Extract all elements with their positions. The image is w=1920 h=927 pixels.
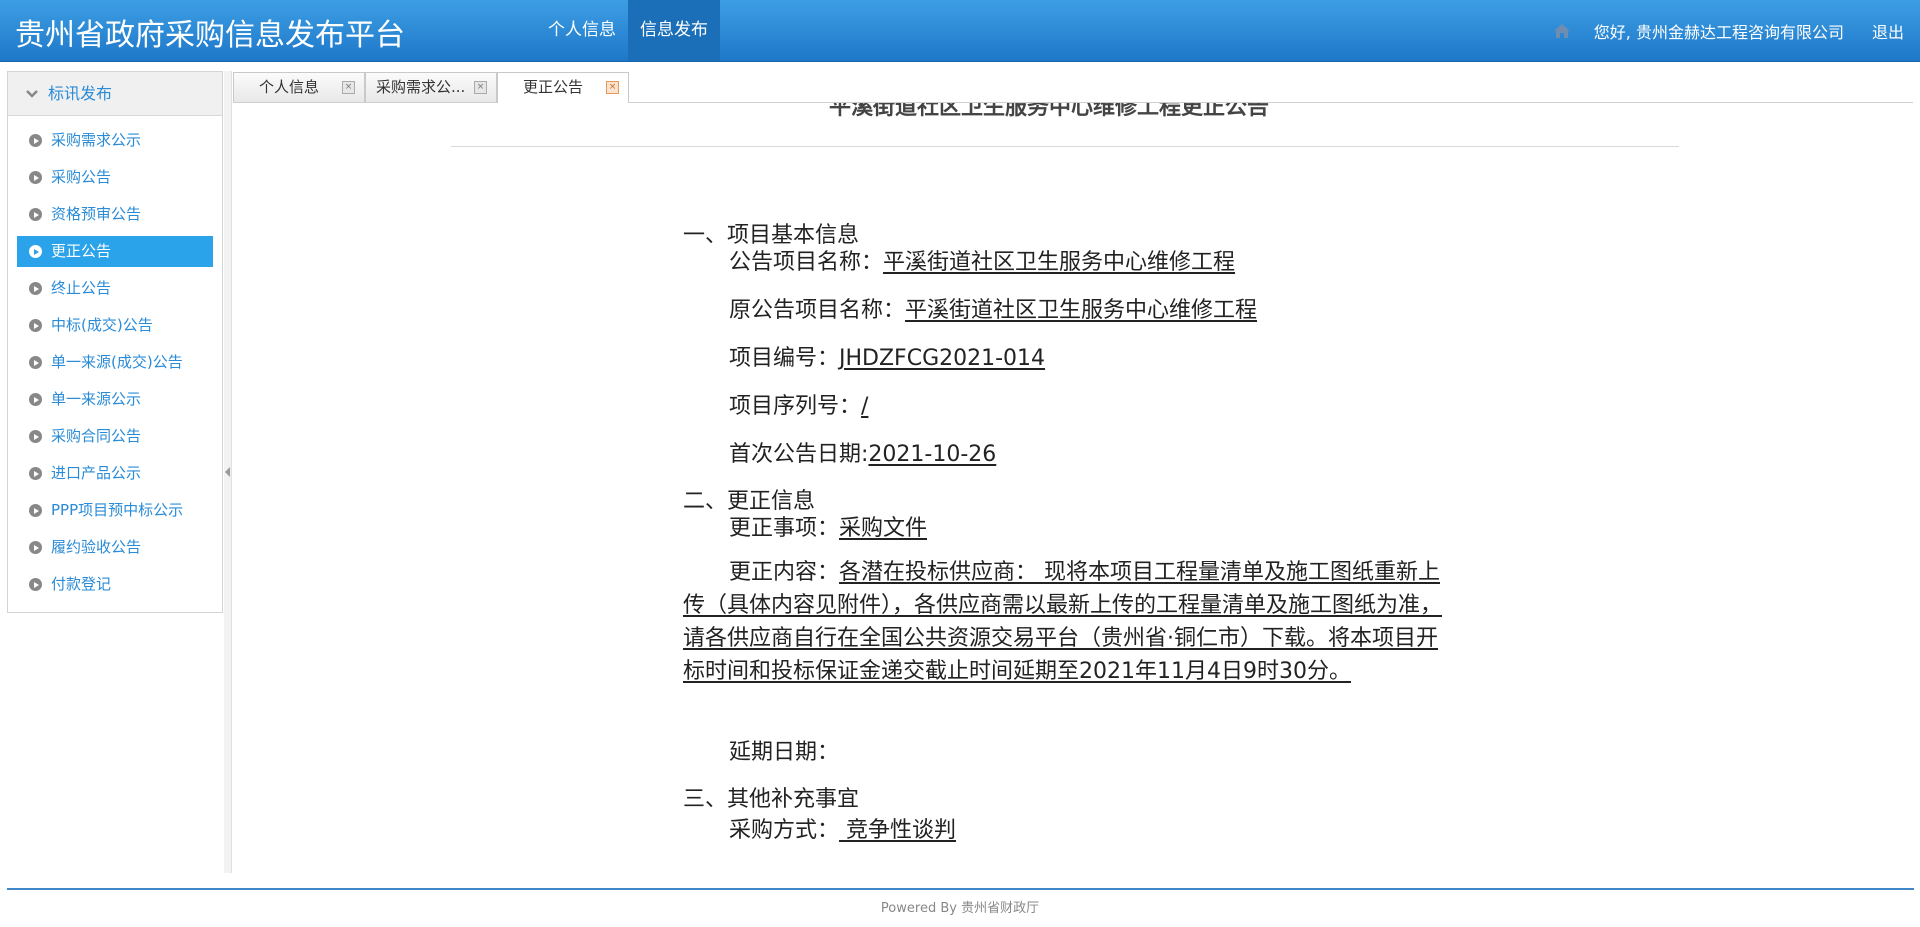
sidebar-item-label: 单一来源(成交)公告: [51, 353, 183, 371]
arrow-circle-icon: [29, 282, 42, 295]
document-view[interactable]: 平溪街道社区卫生服务中心维修工程更正公告 一、项目基本信息 公告项目名称：平溪街…: [233, 103, 1913, 873]
sidebar-item-label: 中标(成交)公告: [51, 316, 153, 334]
sidebar-item-single-source-publicity[interactable]: 单一来源公示: [17, 384, 213, 415]
procurement-method-row: 采购方式： 竞争性谈判: [729, 812, 956, 844]
project-name-row: 公告项目名称：平溪街道社区卫生服务中心维修工程: [729, 244, 1235, 276]
close-icon[interactable]: ×: [474, 81, 487, 94]
sidebar-item-label: 采购公告: [51, 168, 112, 186]
sidebar-item-acceptance-notice[interactable]: 履约验收公告: [17, 532, 213, 563]
header-user-area: 您好, 贵州金赫达工程咨询有限公司 退出: [1552, 0, 1904, 61]
field-label: 更正事项：: [729, 516, 840, 541]
serial-value: /: [861, 394, 869, 419]
close-icon[interactable]: ×: [606, 81, 619, 94]
nav-info-publish[interactable]: 信息发布: [628, 0, 720, 61]
field-label: 原公告项目名称：: [729, 298, 906, 323]
field-label: 项目序列号：: [729, 394, 862, 419]
correction-content-row: 更正内容：各潜在投标供应商： 现将本项目工程量清单及施工图纸重新上传（具体内容见…: [683, 556, 1445, 688]
sidebar-splitter[interactable]: [224, 71, 232, 873]
sidebar-section-header[interactable]: 标讯发布: [8, 72, 222, 116]
project-code-row: 项目编号：JHDZFCG2021-014: [729, 340, 1045, 372]
sidebar-item-award-notice[interactable]: 中标(成交)公告: [17, 310, 213, 341]
sidebar-item-termination-notice[interactable]: 终止公告: [17, 273, 213, 304]
arrow-circle-icon: [29, 541, 42, 554]
app-title: 贵州省政府采购信息发布平台: [15, 18, 405, 53]
sidebar-item-label: 更正公告: [51, 242, 112, 260]
arrow-circle-icon: [29, 319, 42, 332]
arrow-circle-icon: [29, 578, 42, 591]
top-header: 贵州省政府采购信息发布平台 个人信息 信息发布 您好, 贵州金赫达工程咨询有限公…: [0, 0, 1920, 62]
first-date-row: 首次公告日期:2021-10-26: [729, 436, 996, 468]
procurement-method-value: 竞争性谈判: [839, 818, 957, 843]
project-code-value: JHDZFCG2021-014: [839, 346, 1046, 371]
arrow-circle-icon: [29, 171, 42, 184]
orig-name-row: 原公告项目名称：平溪街道社区卫生服务中心维修工程: [729, 292, 1257, 324]
sidebar-list: 采购需求公示 采购公告 资格预审公告 更正公告 终止公告 中标(成交)公告 单一…: [8, 116, 222, 600]
sidebar-item-single-source-award[interactable]: 单一来源(成交)公告: [17, 347, 213, 378]
sidebar-item-procurement-notice[interactable]: 采购公告: [17, 162, 213, 193]
sidebar-item-label: 进口产品公示: [51, 464, 142, 482]
project-name-value: 平溪街道社区卫生服务中心维修工程: [883, 250, 1236, 275]
sidebar-item-label: 付款登记: [51, 575, 112, 593]
user-greeting: 您好, 贵州金赫达工程咨询有限公司: [1593, 22, 1844, 42]
section-other-matters: 三、其他补充事宜: [683, 787, 860, 812]
arrow-circle-icon: [29, 245, 42, 258]
field-label: 公告项目名称：: [729, 250, 884, 275]
tab-procurement-demand[interactable]: 采购需求公... ×: [365, 72, 497, 102]
tab-correction-notice[interactable]: 更正公告 ×: [497, 72, 629, 103]
orig-name-value: 平溪街道社区卫生服务中心维修工程: [905, 298, 1258, 323]
sidebar-item-label: 履约验收公告: [51, 538, 142, 556]
arrow-circle-icon: [29, 467, 42, 480]
sidebar-item-contract-notice[interactable]: 采购合同公告: [17, 421, 213, 452]
sidebar-item-label: 资格预审公告: [51, 205, 142, 223]
sidebar-item-imported-products[interactable]: 进口产品公示: [17, 458, 213, 489]
correction-item-value: 采购文件: [839, 516, 928, 541]
arrow-circle-icon: [29, 356, 42, 369]
tab-label: 更正公告: [523, 78, 584, 96]
collapse-arrow-icon[interactable]: [225, 467, 230, 477]
sidebar: 标讯发布 采购需求公示 采购公告 资格预审公告 更正公告 终止公告 中标(成交)…: [7, 71, 223, 613]
footer-divider: [7, 888, 1914, 890]
arrow-circle-icon: [29, 393, 42, 406]
arrow-circle-icon: [29, 134, 42, 147]
sidebar-item-label: PPP项目预中标公示: [51, 501, 184, 519]
sidebar-item-label: 终止公告: [51, 279, 112, 297]
field-label: 延期日期：: [729, 740, 840, 765]
sidebar-item-label: 采购需求公示: [51, 131, 142, 149]
arrow-circle-icon: [29, 430, 42, 443]
notice-title: 平溪街道社区卫生服务中心维修工程更正公告: [829, 103, 1270, 120]
nav-personal-info[interactable]: 个人信息: [536, 0, 628, 61]
sidebar-item-procurement-demand[interactable]: 采购需求公示: [17, 125, 213, 156]
sidebar-item-label: 采购合同公告: [51, 427, 142, 445]
field-label: 更正内容：: [729, 560, 840, 585]
arrow-circle-icon: [29, 208, 42, 221]
title-divider: [451, 146, 1679, 147]
close-icon[interactable]: ×: [342, 81, 355, 94]
sidebar-item-ppp-pre-award[interactable]: PPP项目预中标公示: [17, 495, 213, 526]
field-label: 采购方式：: [729, 818, 840, 843]
tab-personal-info[interactable]: 个人信息 ×: [233, 72, 365, 102]
top-nav: 个人信息 信息发布: [536, 0, 720, 61]
tab-label: 个人信息: [259, 78, 320, 96]
correction-item-row: 更正事项：采购文件: [729, 510, 927, 542]
sidebar-item-label: 单一来源公示: [51, 390, 142, 408]
first-date-value: 2021-10-26: [868, 442, 997, 467]
serial-row: 项目序列号：/: [729, 388, 868, 420]
sidebar-item-prequalification[interactable]: 资格预审公告: [17, 199, 213, 230]
footer-credit: Powered By 贵州省财政厅: [880, 901, 1040, 916]
delay-date-row: 延期日期：: [729, 734, 839, 766]
field-label: 项目编号：: [729, 346, 840, 371]
chevron-down-icon: [26, 90, 38, 98]
home-icon[interactable]: [1552, 21, 1572, 41]
sidebar-header-label: 标讯发布: [48, 84, 113, 103]
logout-link[interactable]: 退出: [1872, 19, 1904, 43]
sidebar-item-correction-notice[interactable]: 更正公告: [17, 236, 213, 267]
sidebar-item-payment-registration[interactable]: 付款登记: [17, 569, 213, 600]
tab-label: 采购需求公...: [376, 78, 466, 96]
tab-bar: 个人信息 × 采购需求公... × 更正公告 ×: [233, 71, 1913, 103]
field-label: 首次公告日期:: [729, 442, 869, 467]
arrow-circle-icon: [29, 504, 42, 517]
